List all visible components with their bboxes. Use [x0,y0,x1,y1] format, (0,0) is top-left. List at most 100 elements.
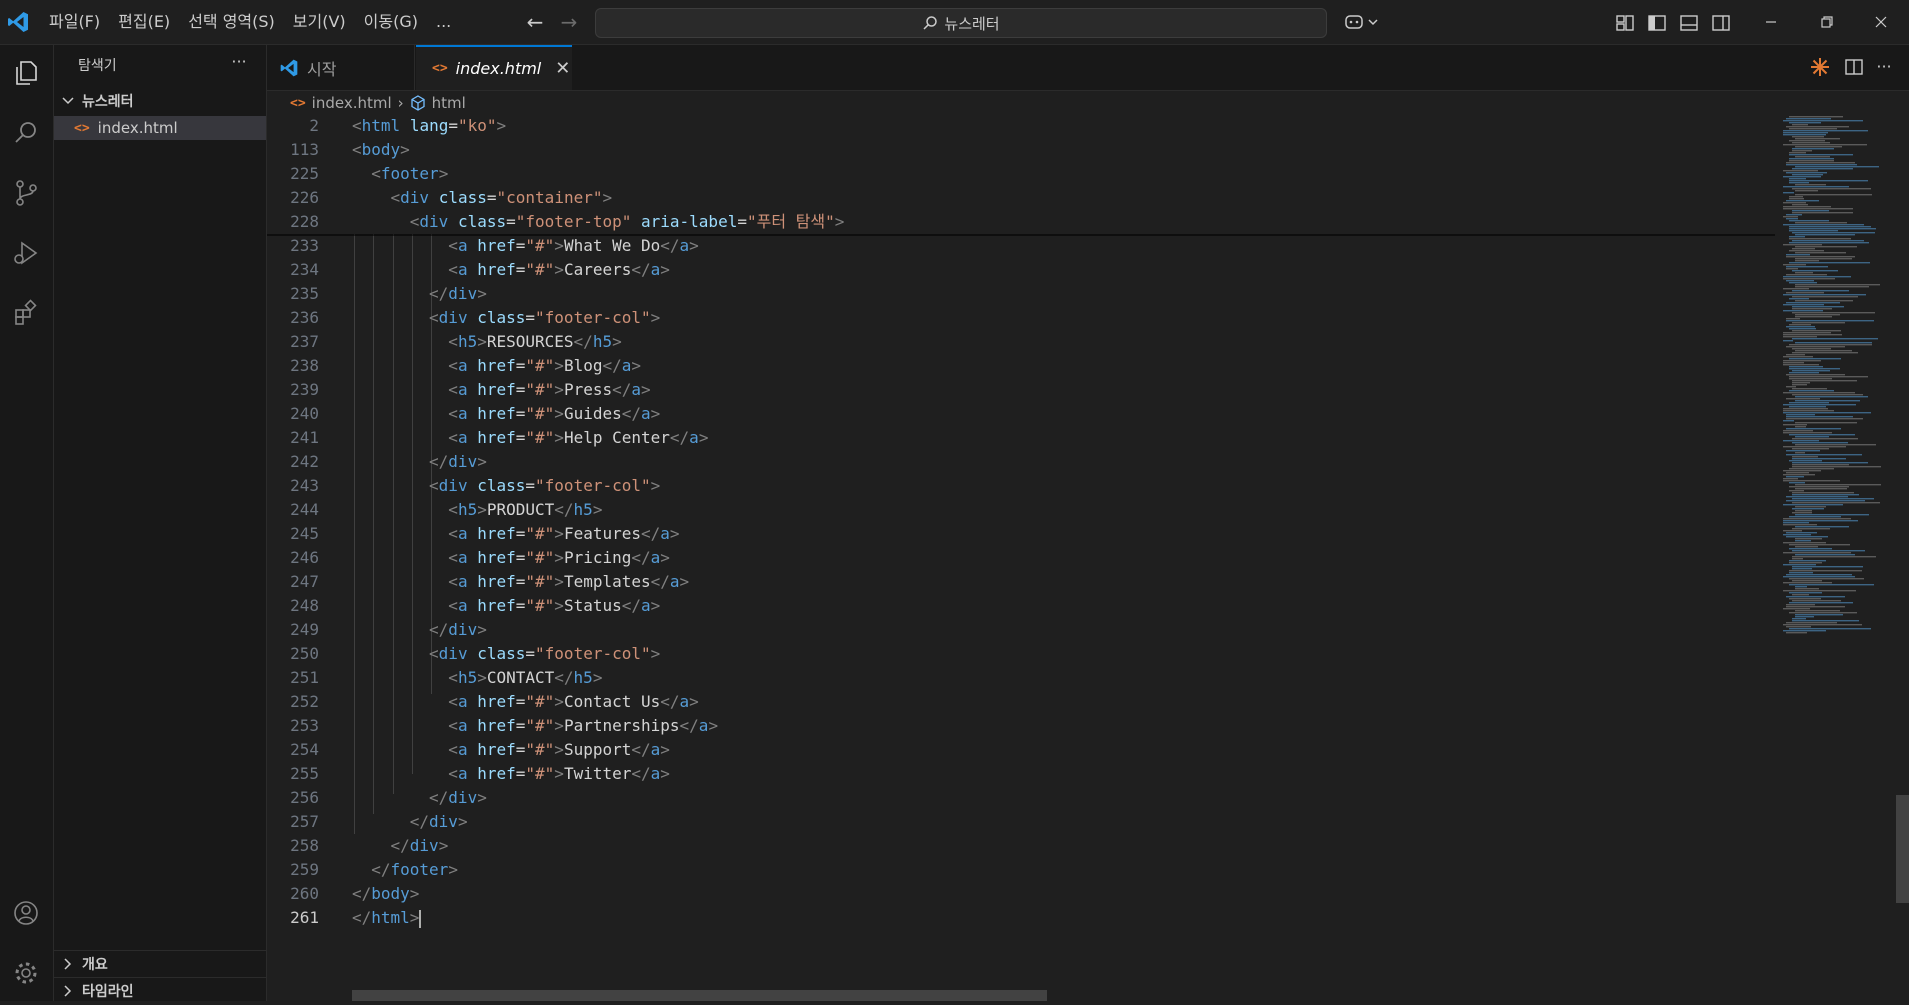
outline-panel[interactable]: 개요 [54,950,266,977]
code-editor[interactable]: 232<a href="#">Meet The Team</a>233<a hr… [267,114,1775,1001]
timeline-panel[interactable]: 타임라인 [54,977,266,1004]
menu-view[interactable]: 보기(V) [284,7,355,37]
folder-root[interactable]: 뉴스레터 [54,89,266,113]
explorer-button[interactable] [8,55,44,91]
line-number: 250 [290,644,319,663]
code_lines-line[interactable]: 248 <a href="#">Status</a> [267,594,1775,618]
code_lines-line[interactable]: 253 <a href="#">Partnerships</a> [267,714,1775,738]
file-item-index-html[interactable]: <> index.html [54,116,266,140]
more-actions-icon[interactable]: ··· [1871,55,1897,79]
customize-layout-icon[interactable] [1614,12,1636,34]
copilot-icon[interactable] [1344,12,1380,34]
code_lines-line[interactable]: 251 <h5>CONTACT</h5> [267,666,1775,690]
minimap-line [1789,228,1876,230]
symbol-element-icon [410,95,425,111]
code_lines-line[interactable]: 244 <h5>PRODUCT</h5> [267,498,1775,522]
code-token: < [448,380,458,399]
manage-button[interactable] [8,955,44,991]
minimap-line [1795,286,1869,288]
tab-label: index.html [455,59,542,78]
breadcrumb-symbol[interactable]: html [432,94,466,112]
code_lines-line[interactable]: 252 <a href="#">Contact Us</a> [267,690,1775,714]
code_lines-line[interactable]: 238 <a href="#">Blog</a> [267,354,1775,378]
restore-button[interactable] [1804,0,1850,44]
minimap-line [1786,632,1807,634]
code_lines-line[interactable]: 261 </html> [267,906,1775,930]
menu-edit[interactable]: 편집(E) [109,7,179,37]
sticky_lines-line[interactable]: 2 <html lang="ko"> [267,114,1775,138]
back-arrow-icon[interactable]: ← [522,9,548,35]
horizontal-scrollbar[interactable] [352,990,1047,1001]
code_lines-line[interactable]: 249 </div> [267,618,1775,642]
close-tab-icon[interactable]: ✕ [555,58,570,79]
code-token: "푸터 탐색" [746,212,835,231]
code-token: = [737,212,747,231]
split-editor-icon[interactable] [1843,56,1865,78]
code_lines-line[interactable]: 259 </footer> [267,858,1775,882]
minimap-line [1786,626,1811,628]
code_lines-line[interactable]: 250 <div class="footer-col"> [267,642,1775,666]
code_lines-line[interactable]: 234 <a href="#">Careers</a> [267,258,1775,282]
code_lines-line[interactable]: 254 <a href="#">Support</a> [267,738,1775,762]
close-window-button[interactable] [1858,0,1904,44]
menu-selection[interactable]: 선택 영역(S) [179,7,284,37]
code_lines-line[interactable]: 258 </div> [267,834,1775,858]
toggle-secondary-sidebar-icon[interactable] [1710,12,1732,34]
sticky_lines-line[interactable]: 113 <body> [267,138,1775,162]
minimap-line [1789,628,1871,630]
tab-welcome[interactable]: 시작 [267,45,415,90]
minimap-line [1786,416,1853,418]
code_lines-line[interactable]: 241 <a href="#">Help Center</a> [267,426,1775,450]
code_lines-line[interactable]: 245 <a href="#">Features</a> [267,522,1775,546]
code_lines-line[interactable]: 240 <a href="#">Guides</a> [267,402,1775,426]
minimap-line [1783,410,1834,412]
sticky_lines-line[interactable]: 228 <div class="footer-top" aria-label="푸… [267,210,1775,234]
menu-more[interactable]: ... [427,7,460,37]
minimap[interactable] [1775,114,1909,1001]
menu-go[interactable]: 이동(G) [355,7,427,37]
code_lines-line[interactable]: 242 </div> [267,450,1775,474]
vertical-scrollbar[interactable] [1896,795,1909,903]
minimap-line [1792,594,1809,596]
code_lines-line[interactable]: 260 </body> [267,882,1775,906]
source-control-button[interactable] [8,175,44,211]
sticky_lines-line[interactable]: 226 <div class="container"> [267,186,1775,210]
code_lines-line[interactable]: 235 </div> [267,282,1775,306]
forward-arrow-icon[interactable]: → [556,9,582,35]
code_lines-line[interactable]: 233 <a href="#">What We Do</a> [267,234,1775,258]
tab-index-html[interactable]: <> index.html ✕ [416,45,572,90]
menu-file[interactable]: 파일(F) [40,7,109,37]
code-token: href [477,596,516,615]
command-center-search[interactable]: 뉴스레터 [595,8,1327,38]
minimize-button[interactable] [1748,0,1794,44]
minimap-line [1783,206,1831,208]
code_lines-line[interactable]: 246 <a href="#">Pricing</a> [267,546,1775,570]
code_lines-line[interactable]: 255 <a href="#">Twitter</a> [267,762,1775,786]
code-token: < [448,692,458,711]
copilot-sparkle-icon[interactable] [1809,56,1831,78]
toggle-primary-sidebar-icon[interactable] [1646,12,1668,34]
code_lines-line[interactable]: 247 <a href="#">Templates</a> [267,570,1775,594]
minimap-line [1792,438,1858,440]
code_lines-line[interactable]: 237 <h5>RESOURCES</h5> [267,330,1775,354]
run-debug-button[interactable] [8,235,44,271]
accounts-button[interactable] [8,895,44,931]
breadcrumb-file[interactable]: index.html [312,94,392,112]
minimap-line [1792,568,1812,570]
toggle-panel-icon[interactable] [1678,12,1700,34]
line-number: 233 [290,236,319,255]
code-token: > [650,308,661,327]
more-actions-icon[interactable]: ··· [226,51,252,73]
line-number: 2 [309,116,319,135]
code_lines-line[interactable]: 243 <div class="footer-col"> [267,474,1775,498]
code-token: a [650,548,661,567]
code_lines-line[interactable]: 236 <div class="footer-col"> [267,306,1775,330]
code_lines-line[interactable]: 256 </div> [267,786,1775,810]
code_lines-line[interactable]: 257 </div> [267,810,1775,834]
code_lines-line[interactable]: 239 <a href="#">Press</a> [267,378,1775,402]
extensions-button[interactable] [8,295,44,331]
search-view-button[interactable] [8,115,44,151]
sticky_lines-line[interactable]: 225 <footer> [267,162,1775,186]
code-token: < [448,500,458,519]
